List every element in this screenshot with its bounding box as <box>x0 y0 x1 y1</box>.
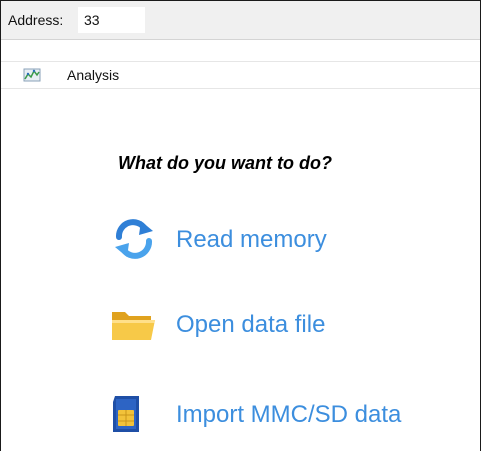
tab-analysis[interactable]: Analysis <box>67 67 119 83</box>
address-field[interactable]: 33 <box>78 7 145 33</box>
window-frame: Address: 33 Analysis What do you want to… <box>0 0 481 451</box>
folder-icon <box>109 304 159 344</box>
prompt-heading: What do you want to do? <box>118 153 332 173</box>
address-bar: Address: 33 <box>1 1 480 40</box>
refresh-icon <box>109 219 159 259</box>
analysis-icon <box>23 66 41 84</box>
read-memory-button[interactable]: Read memory <box>109 219 359 259</box>
address-label: Address: <box>8 12 64 28</box>
open-data-file-label: Open data file <box>176 311 326 338</box>
open-data-file-button[interactable]: Open data file <box>109 304 359 344</box>
import-sd-data-label: Import MMC/SD data <box>176 401 402 428</box>
import-sd-data-button[interactable]: Import MMC/SD data <box>109 394 449 434</box>
tab-bar: Analysis <box>1 61 480 89</box>
read-memory-label: Read memory <box>176 226 327 253</box>
sd-card-icon <box>109 394 159 434</box>
